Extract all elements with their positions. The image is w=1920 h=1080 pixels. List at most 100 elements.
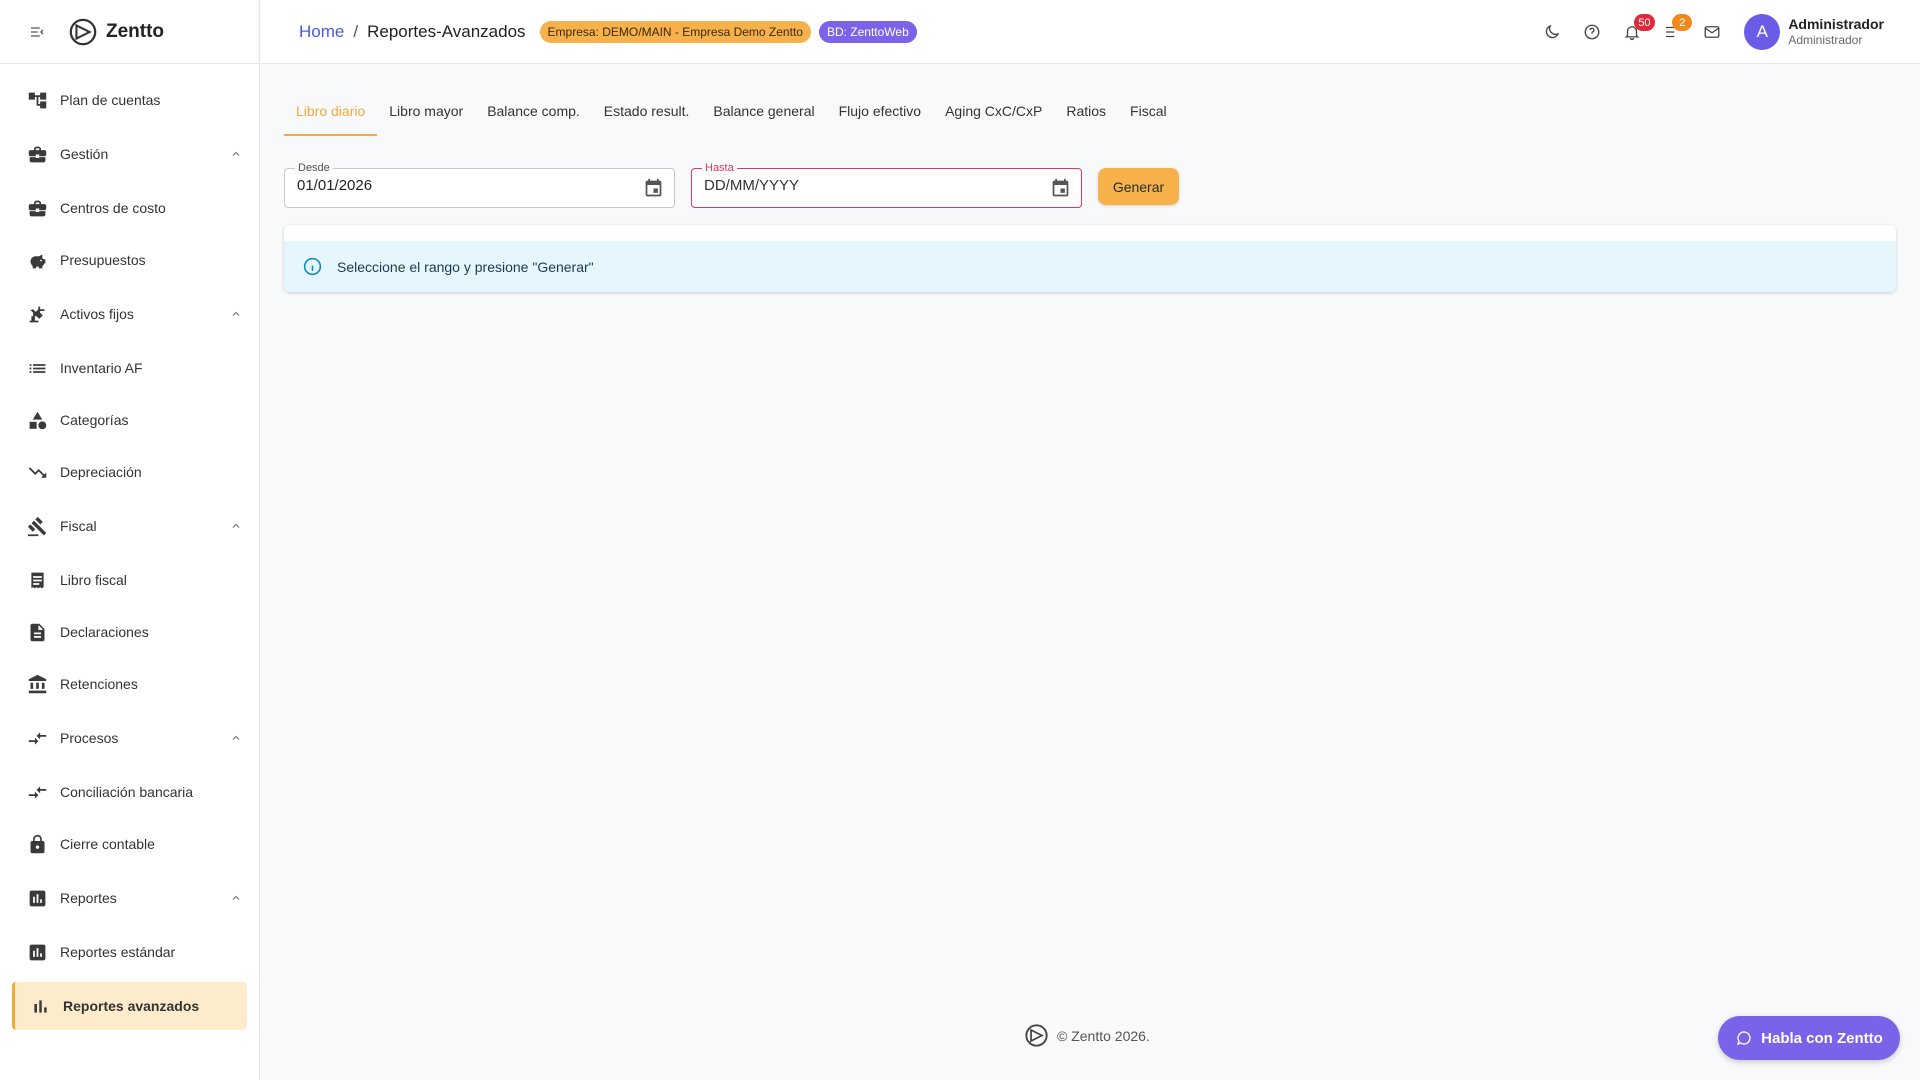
- chat-button[interactable]: Habla con Zentto: [1718, 1016, 1900, 1060]
- trending-down-icon: [26, 461, 48, 483]
- bar-chart-icon: [26, 941, 48, 963]
- sidebar-item-label: Reportes: [60, 890, 117, 906]
- tab-flujo-efectivo[interactable]: Flujo efectivo: [827, 93, 933, 136]
- sidebar-item-label: Retenciones: [60, 676, 138, 692]
- tasks-count-badge: 2: [1672, 14, 1693, 31]
- mail-icon: [1704, 26, 1720, 38]
- tab-aging-cxc-cxp[interactable]: Aging CxC/CxP: [933, 93, 1054, 136]
- sidebar-group-procesos[interactable]: Procesos: [0, 710, 259, 766]
- sidebar-item-libro-fiscal[interactable]: Libro fiscal: [0, 554, 259, 606]
- savings-icon: [26, 249, 48, 271]
- messages-button[interactable]: [1692, 12, 1732, 52]
- precision-tool-icon: [26, 303, 48, 325]
- sidebar-item-label: Fiscal: [60, 518, 97, 534]
- sidebar-group-gestion[interactable]: Gestión: [0, 126, 259, 182]
- sidebar-group-activos-fijos[interactable]: Activos fijos: [0, 286, 259, 342]
- hasta-input[interactable]: [704, 177, 1024, 194]
- tab-libro-mayor[interactable]: Libro mayor: [377, 93, 475, 136]
- tasks-button[interactable]: 2: [1652, 12, 1693, 52]
- sidebar-item-label: Inventario AF: [60, 360, 143, 376]
- account-tree-icon: [26, 89, 48, 111]
- calendar-icon[interactable]: [1050, 178, 1071, 199]
- sidebar-item-inventario-af[interactable]: Inventario AF: [0, 342, 259, 394]
- sidebar-item-label: Gestión: [60, 146, 109, 162]
- help-circle-icon: [1584, 24, 1600, 40]
- tab-estado-result[interactable]: Estado result.: [592, 93, 702, 136]
- sidebar-group-reportes[interactable]: Reportes: [0, 870, 259, 926]
- sidebar-item-label: Conciliación bancaria: [60, 784, 194, 800]
- sidebar: Zentto Plan de cuentas Gestión Centros d…: [0, 0, 260, 1080]
- footer: © Zentto 2026.: [1024, 1023, 1150, 1048]
- notifications-button[interactable]: 50: [1612, 12, 1655, 52]
- page-title: Reportes-Avanzados: [367, 21, 526, 41]
- sidebar-item-cierre-contable[interactable]: Cierre contable: [0, 818, 259, 870]
- lock-icon: [26, 833, 48, 855]
- chat-button-label: Habla con Zentto: [1761, 1029, 1883, 1047]
- sidebar-item-label: Presupuestos: [60, 252, 146, 268]
- sidebar-item-centros-de-costo[interactable]: Centros de costo: [0, 182, 259, 234]
- sidebar-item-depreciacion[interactable]: Depreciación: [0, 446, 259, 498]
- sidebar-item-reportes-avanzados[interactable]: Reportes avanzados: [12, 982, 247, 1030]
- calendar-icon[interactable]: [643, 178, 664, 199]
- sidebar-item-conciliacion-bancaria[interactable]: Conciliación bancaria: [0, 766, 259, 818]
- user-name: Administrador: [1788, 16, 1884, 33]
- top-header: Home / Reportes-Avanzados Empresa: DEMO/…: [261, 0, 1920, 64]
- sidebar-item-presupuestos[interactable]: Presupuestos: [0, 234, 259, 286]
- sidebar-item-label: Procesos: [60, 730, 119, 746]
- info-alert: Seleccione el rango y presione "Generar": [284, 241, 1896, 292]
- sidebar-item-reportes-estandar[interactable]: Reportes estándar: [0, 926, 259, 978]
- compare-arrows-icon: [26, 781, 48, 803]
- header-actions: 50 2 A Administrador Administrador: [1532, 0, 1920, 64]
- empresa-badge: Empresa: DEMO/MAIN - Empresa Demo Zentto: [539, 20, 811, 43]
- sidebar-item-label: Reportes avanzados: [63, 998, 200, 1014]
- sidebar-group-fiscal[interactable]: Fiscal: [0, 498, 259, 554]
- generar-button[interactable]: Generar: [1098, 168, 1179, 205]
- sidebar-item-retenciones[interactable]: Retenciones: [0, 658, 259, 710]
- tab-ratios[interactable]: Ratios: [1054, 93, 1118, 136]
- report-tabs: Libro diario Libro mayor Balance comp. E…: [284, 93, 1179, 136]
- tab-balance-general[interactable]: Balance general: [701, 93, 826, 136]
- dark-mode-toggle[interactable]: [1532, 12, 1572, 52]
- sidebar-item-label: Declaraciones: [60, 624, 149, 640]
- description-icon: [26, 621, 48, 643]
- sidebar-item-declaraciones[interactable]: Declaraciones: [0, 606, 259, 658]
- moon-icon: [1546, 24, 1560, 39]
- tab-balance-comp[interactable]: Balance comp.: [475, 93, 592, 136]
- menu-collapse-icon[interactable]: [28, 23, 46, 41]
- sidebar-item-plan-de-cuentas[interactable]: Plan de cuentas: [0, 74, 259, 126]
- sidebar-item-label: Activos fijos: [60, 306, 134, 322]
- sidebar-item-label: Centros de costo: [60, 200, 166, 216]
- help-button[interactable]: [1572, 12, 1612, 52]
- briefcase-icon: [26, 143, 48, 165]
- database-badge: BD: ZenttoWeb: [818, 20, 917, 43]
- bar-chart-icon: [29, 995, 51, 1017]
- desde-date-field: Desde: [284, 161, 675, 208]
- chevron-up-icon: [229, 731, 243, 745]
- user-info[interactable]: Administrador Administrador: [1788, 15, 1884, 49]
- bar-chart-icon: [26, 887, 48, 909]
- sidebar-item-categorias[interactable]: Categorías: [0, 394, 259, 446]
- sidebar-item-label: Depreciación: [60, 464, 142, 480]
- user-role: Administrador: [1788, 33, 1863, 48]
- desde-input[interactable]: [297, 177, 617, 194]
- bank-icon: [26, 673, 48, 695]
- tab-fiscal[interactable]: Fiscal: [1118, 93, 1179, 136]
- info-icon: [302, 256, 323, 277]
- chat-bubble-icon: [1735, 1029, 1753, 1047]
- briefcase-icon: [26, 197, 48, 219]
- chevron-up-icon: [229, 147, 243, 161]
- sidebar-nav: Plan de cuentas Gestión Centros de costo…: [0, 64, 259, 1030]
- avatar[interactable]: A: [1744, 14, 1781, 50]
- footer-copyright: © Zentto 2026.: [1057, 1027, 1150, 1044]
- receipt-icon: [26, 569, 48, 591]
- sidebar-item-label: Categorías: [60, 412, 129, 428]
- tab-libro-diario[interactable]: Libro diario: [284, 93, 378, 136]
- sidebar-item-label: Reportes estándar: [60, 944, 176, 960]
- sidebar-item-label: Cierre contable: [60, 836, 155, 852]
- sidebar-item-label: Plan de cuentas: [60, 92, 161, 108]
- breadcrumb-separator: /: [353, 21, 359, 41]
- chevron-up-icon: [229, 307, 243, 321]
- breadcrumb-home-link[interactable]: Home: [299, 22, 344, 42]
- breadcrumb: Home / Reportes-Avanzados Empresa: DEMO/…: [299, 20, 917, 43]
- desde-label: Desde: [295, 161, 333, 175]
